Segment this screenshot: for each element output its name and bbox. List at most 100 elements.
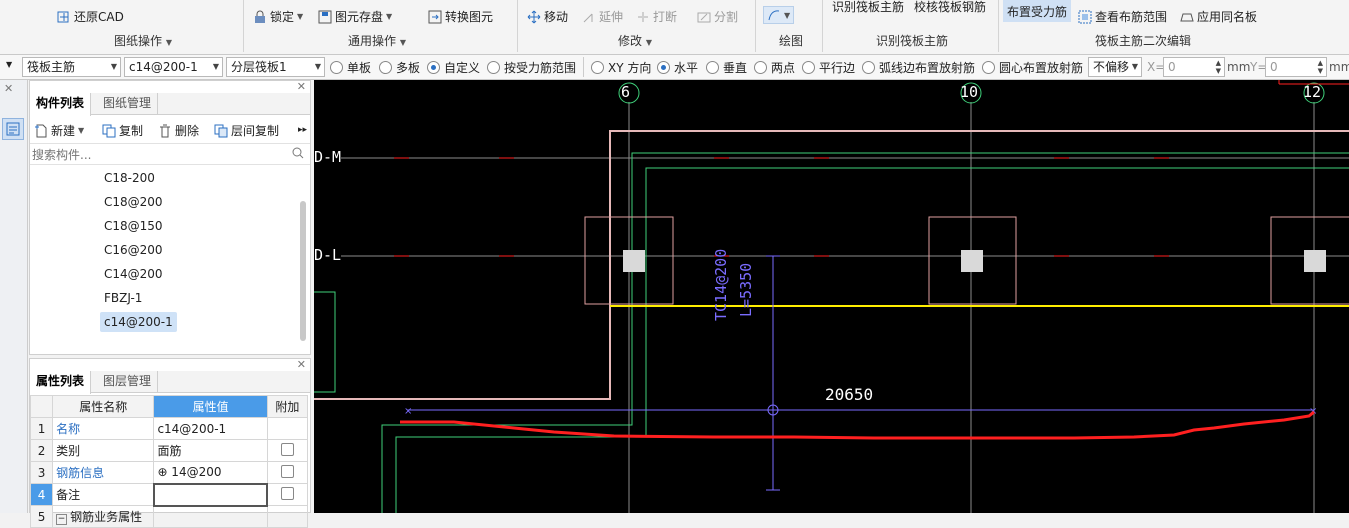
type-select[interactable]: 筏板主筋 ▼ [22, 57, 121, 77]
prop-value[interactable]: ⊕ 14@200 [153, 461, 268, 484]
prop-name: 名称 [52, 417, 155, 440]
list-scrollbar[interactable] [300, 201, 306, 341]
place-stress-bar-button[interactable]: 布置受力筋 [1003, 0, 1072, 22]
arc-draw-button[interactable]: ▼ [763, 6, 795, 24]
group-general-ops[interactable]: 通用操作 ▼ [348, 32, 406, 49]
identify-main-bar-button[interactable]: 识别筏板主筋 [832, 0, 904, 15]
options-separator [583, 57, 584, 77]
list-item[interactable]: C16@200 [104, 240, 163, 260]
table-header-row: 属性名称 属性值 附加 [29, 395, 309, 418]
y-input[interactable]: 0 ▲ ▼ [1265, 57, 1327, 77]
tab-property-list[interactable]: 属性列表 [30, 371, 92, 394]
radio-xy-direction[interactable]: XY 方向 [591, 59, 651, 76]
prop-value[interactable]: c14@200-1 [153, 417, 268, 440]
collapse-icon[interactable]: − [56, 514, 68, 525]
view-bar-range-button[interactable]: 查看布筋范围 [1078, 8, 1167, 25]
x-unit: mm [1227, 60, 1251, 74]
table-row[interactable]: 1 名称 c14@200-1 [29, 417, 309, 440]
move-button[interactable]: 移动 [527, 8, 568, 25]
radio-multi-board[interactable]: 多板 [379, 59, 420, 76]
component-list-panel: ✕ 构件列表 图纸管理 新建▼ 复制 删除 层间复制 ▸▸ C18-200 C1… [29, 80, 311, 355]
collapse-arrow-icon[interactable]: ▼ [6, 60, 12, 69]
prop-value-input[interactable] [152, 482, 269, 507]
check-raft-bar-button[interactable]: 校核筏板钢筋 [914, 0, 986, 15]
floor-copy-button[interactable]: 层间复制 [214, 122, 279, 139]
delete-button[interactable]: 删除 [158, 122, 199, 139]
row-num: 5 [29, 505, 54, 528]
more-arrow-icon[interactable]: ▸▸ [298, 125, 307, 135]
radio-single-board[interactable]: 单板 [330, 59, 371, 76]
group-draw: 绘图 [779, 34, 804, 48]
row-num-header [29, 395, 54, 418]
break-button[interactable]: 打断 [636, 8, 677, 25]
prop-group-name[interactable]: − 钢筋业务属性 [52, 505, 155, 528]
range-icon [1078, 10, 1092, 24]
x-input[interactable]: 0 ▲ ▼ [1163, 57, 1225, 77]
list-item-selected[interactable]: c14@200-1 [100, 312, 177, 332]
list-item[interactable]: C18@150 [104, 216, 163, 236]
drawing-canvas[interactable]: × × 6 10 12 D-M D-L TC14@200 L=5350 2065… [314, 80, 1349, 513]
table-row[interactable]: 5 − 钢筋业务属性 [29, 505, 309, 528]
convert-element-button[interactable]: 转换图元 [428, 8, 493, 25]
tab-drawing-manage[interactable]: 图纸管理 [97, 93, 159, 115]
apply-icon [1180, 10, 1194, 24]
lock-button[interactable]: 锁定 ▼ [253, 8, 303, 25]
extra-checkbox[interactable] [280, 442, 294, 456]
tab-component-list[interactable]: 构件列表 [30, 93, 92, 116]
list-item[interactable]: C18@200 [104, 192, 163, 212]
prop-name: 备注 [52, 483, 155, 506]
new-button[interactable]: 新建 ▼ [34, 122, 84, 139]
extra-checkbox[interactable] [280, 464, 294, 478]
extend-icon [582, 10, 596, 24]
extra-checkbox[interactable] [281, 486, 295, 500]
prop-name: 类别 [52, 439, 155, 462]
extend-button[interactable]: 延伸 [582, 8, 623, 25]
tab-layer-manage[interactable]: 图层管理 [97, 371, 159, 393]
radio-vertical[interactable]: 垂直 [706, 59, 747, 76]
close-icon[interactable]: ✕ [4, 82, 13, 95]
search-input[interactable] [32, 146, 287, 163]
radio-by-range[interactable]: 按受力筋范围 [487, 59, 576, 76]
restore-cad-button[interactable]: 还原CAD [57, 8, 124, 25]
table-row[interactable]: 4 备注 [29, 482, 309, 507]
list-item[interactable]: C18-200 [104, 168, 155, 188]
extra-cell [266, 461, 309, 484]
close-icon[interactable]: ✕ [297, 359, 306, 371]
left-vertical-toolbar: ✕ [0, 80, 28, 513]
save-element-button[interactable]: 图元存盘 ▼ [318, 8, 392, 25]
group-drawing-ops[interactable]: 图纸操作 ▼ [114, 32, 172, 49]
radio-arc-radial[interactable]: 弧线边布置放射筋 [862, 59, 975, 76]
group-modify[interactable]: 修改 ▼ [618, 32, 652, 49]
prop-value[interactable]: 面筋 [153, 439, 268, 462]
component-tabs: 构件列表 图纸管理 [30, 93, 310, 116]
search-box[interactable] [30, 143, 310, 165]
list-view-icon[interactable] [2, 118, 24, 140]
search-icon[interactable] [292, 147, 304, 162]
offset-select[interactable]: 不偏移 ▼ [1088, 57, 1142, 77]
radio-custom[interactable]: 自定义 [427, 59, 480, 76]
split-button[interactable]: 分割 [697, 8, 738, 25]
move-icon [527, 10, 541, 24]
copy-button[interactable]: 复制 [102, 122, 143, 139]
rebar-spec-label: TC14@200 [712, 248, 730, 321]
row-num: 4 [29, 483, 54, 506]
spec-select[interactable]: c14@200-1 ▼ [124, 57, 223, 77]
radio-circle-radial[interactable]: 圆心布置放射筋 [982, 59, 1083, 76]
apply-same-name-button[interactable]: 应用同名板 [1180, 8, 1257, 25]
layer-select[interactable]: 分层筏板1 ▼ [226, 57, 325, 77]
table-row[interactable]: 3 钢筋信息 ⊕ 14@200 [29, 461, 309, 484]
radio-two-points[interactable]: 两点 [754, 59, 795, 76]
radio-horizontal[interactable]: 水平 [657, 59, 698, 76]
extra-cell [266, 483, 309, 506]
radio-parallel-edge[interactable]: 平行边 [802, 59, 855, 76]
list-item[interactable]: C14@200 [104, 264, 163, 284]
break-icon [636, 10, 650, 24]
col-extra-header: 附加 [266, 395, 309, 418]
axis-label-6: 6 [621, 83, 631, 101]
ribbon-separator [755, 0, 756, 52]
prop-value [153, 505, 268, 528]
list-item[interactable]: FBZJ-1 [104, 288, 142, 308]
close-icon[interactable]: ✕ [297, 81, 306, 93]
axis-label-dm: D-M [314, 148, 342, 166]
table-row[interactable]: 2 类别 面筋 [29, 439, 309, 462]
